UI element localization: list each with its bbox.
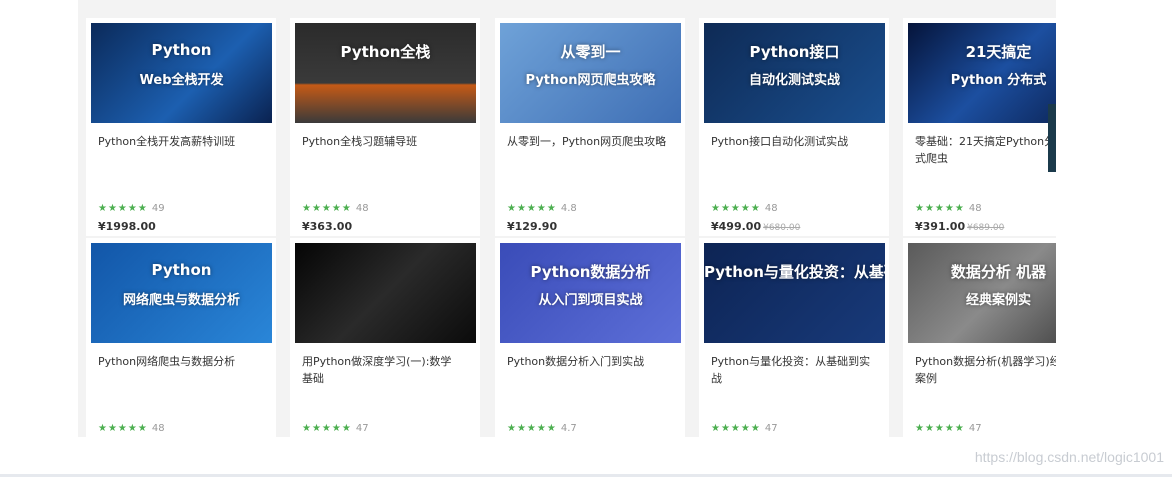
course-thumbnail[interactable]: Python与量化投资：从基础到实战 [704, 243, 885, 343]
course-card[interactable]: Python网络爬虫与数据分析Python网络爬虫与数据分析★★★★★48¥14… [86, 238, 276, 437]
rating-value: 48 [764, 203, 778, 214]
course-thumbnail[interactable]: Python 网络爬虫与数据分析 [91, 243, 272, 343]
course-price: ¥129.90 [507, 220, 558, 233]
course-grid: Python Web全栈开发 Python全栈开发高薪特训班 ★★★★★ 49 ¥1998… [78, 0, 1056, 437]
course-rating: ★★★★★ 47 [711, 416, 778, 434]
thumbnail-subcaption: 自动化测试实战 [748, 73, 840, 88]
thumbnail-subcaption: 经典案例实 [965, 293, 1031, 308]
rating-value: 4.8 [560, 203, 577, 214]
rating-stars-icon: ★★★★★ [915, 423, 965, 434]
course-title[interactable]: Python数据分析(机器学习)经典案例 [915, 353, 1056, 387]
rating-stars-icon: ★★★★★ [507, 203, 557, 214]
rating-value: 48 [151, 423, 165, 434]
course-thumbnail[interactable]: 从零到一 Python网页爬虫攻略 [500, 23, 681, 123]
course-title[interactable]: Python全栈习题辅导班 [302, 133, 462, 150]
course-thumbnail[interactable]: Python数据分析 从入门到项目实战 [500, 243, 681, 343]
course-prices: ¥129.90 [507, 220, 557, 233]
watermark: https://blog.csdn.net/logic1001 [974, 449, 1164, 465]
thumbnail-subcaption: 从入门到项目实战 [538, 293, 643, 308]
rating-value: 49 [151, 203, 165, 214]
course-title[interactable]: Python全栈开发高薪特训班 [98, 133, 258, 150]
course-card[interactable]: 用Python做深度学习(一):数学基础★★★★★47¥123.00 [290, 238, 480, 437]
course-rating: ★★★★★ 48 [711, 196, 778, 214]
thumbnail-caption: 21天搞定 [965, 43, 1032, 61]
thumbnail-caption: Python数据分析 [530, 263, 651, 281]
rating-value: 47 [968, 423, 982, 434]
course-thumbnail[interactable]: Python接口 自动化测试实战 [704, 23, 885, 123]
course-title[interactable]: Python接口自动化测试实战 [711, 133, 871, 150]
thumbnail-subcaption: Python 分布式 [950, 73, 1047, 88]
course-card[interactable]: Python接口 自动化测试实战 Python接口自动化测试实战 ★★★★★ 48 ¥49… [699, 18, 889, 236]
course-title[interactable]: 从零到一，Python网页爬虫攻略 [507, 133, 667, 150]
course-thumbnail[interactable]: Python Web全栈开发 [91, 23, 272, 123]
course-card[interactable]: Python全栈 Python全栈习题辅导班 ★★★★★ 48 ¥363.00 [290, 18, 480, 236]
thumbnail-caption: Python与量化投资：从基础到实战 [704, 263, 885, 281]
rating-value: 47 [355, 423, 369, 434]
rating-value: 48 [355, 203, 369, 214]
course-price: ¥499.00 [711, 220, 762, 233]
thumbnail-caption: 数据分析 机器 [950, 263, 1047, 281]
course-thumbnail[interactable]: Python全栈 [295, 23, 476, 123]
course-card[interactable]: Python与量化投资：从基础到实战 Python与量化投资：从基础到实战 ★★★★… [699, 238, 889, 437]
course-rating: ★★★★★ 48 [915, 196, 982, 214]
original-price: ¥689.00 [967, 223, 1005, 233]
thumbnail-caption: Python接口 [749, 43, 840, 61]
course-price: ¥391.00 [915, 220, 966, 233]
rating-value: 48 [968, 203, 982, 214]
thumbnail-subcaption: Python网页爬虫攻略 [525, 73, 656, 88]
course-card[interactable]: 从零到一 Python网页爬虫攻略从零到一，Python网页爬虫攻略 ★★★★★ 4.… [495, 18, 685, 236]
course-prices: ¥363.00 [302, 220, 352, 233]
rating-stars-icon: ★★★★★ [98, 203, 148, 214]
course-card[interactable]: Python Web全栈开发 Python全栈开发高薪特训班 ★★★★★ 49 ¥1998… [86, 18, 276, 236]
rating-stars-icon: ★★★★★ [98, 423, 148, 434]
thumbnail-caption: Python全栈 [340, 43, 431, 61]
original-price: ¥680.00 [763, 223, 801, 233]
rating-stars-icon: ★★★★★ [507, 423, 557, 434]
course-prices: ¥391.00 ¥689.00 [915, 220, 1004, 233]
rating-value: 47 [764, 423, 778, 434]
course-title[interactable]: Python数据分析入门到实战 [507, 353, 667, 370]
course-thumbnail[interactable]: 数据分析 机器 经典案例实 [908, 243, 1056, 343]
rating-value: 4.7 [560, 423, 577, 434]
side-scroll-chip [1048, 104, 1056, 172]
thumbnail-caption: Python [151, 261, 212, 279]
course-title[interactable]: Python网络爬虫与数据分析 [98, 353, 258, 370]
thumbnail-subcaption: Web全栈开发 [139, 73, 224, 88]
course-rating: ★★★★★ 4.8 [507, 196, 577, 214]
course-price: ¥1998.00 [98, 220, 156, 233]
course-title[interactable]: 用Python做深度学习(一):数学基础 [302, 353, 462, 387]
thumbnail-caption: 从零到一 [560, 43, 621, 61]
course-thumbnail[interactable] [295, 243, 476, 343]
course-thumbnail[interactable]: 21天搞定 Python 分布式 [908, 23, 1056, 123]
course-title[interactable]: Python与量化投资：从基础到实战 [711, 353, 871, 387]
course-card[interactable]: Python数据分析 从入门到项目实战 Python数据分析入门到实战 ★★★★★ 4.… [495, 238, 685, 437]
course-card[interactable]: 数据分析 机器经典案例实Python数据分析(机器学习)经典案例★★★★★47¥… [903, 238, 1056, 437]
rating-stars-icon: ★★★★★ [302, 203, 352, 214]
course-rating: ★★★★★ 47 [915, 416, 982, 434]
course-rating: ★★★★★ 47 [302, 416, 369, 434]
thumbnail-subcaption: 网络爬虫与数据分析 [122, 293, 240, 308]
course-rating: ★★★★★ 48 [302, 196, 369, 214]
course-price: ¥363.00 [302, 220, 353, 233]
thumbnail-caption: Python [151, 41, 212, 59]
course-rating: ★★★★★ 49 [98, 196, 165, 214]
course-card[interactable]: 21天搞定 Python 分布式零基础：21天搞定Python分布式爬虫 ★★★★★… [903, 18, 1056, 236]
rating-stars-icon: ★★★★★ [711, 423, 761, 434]
course-prices: ¥1998.00 [98, 220, 156, 233]
course-rating: ★★★★★ 4.7 [507, 416, 577, 434]
course-prices: ¥499.00 ¥680.00 [711, 220, 800, 233]
rating-stars-icon: ★★★★★ [915, 203, 965, 214]
course-title[interactable]: 零基础：21天搞定Python分布式爬虫 [915, 133, 1056, 167]
course-rating: ★★★★★ 48 [98, 416, 165, 434]
rating-stars-icon: ★★★★★ [711, 203, 761, 214]
rating-stars-icon: ★★★★★ [302, 423, 352, 434]
